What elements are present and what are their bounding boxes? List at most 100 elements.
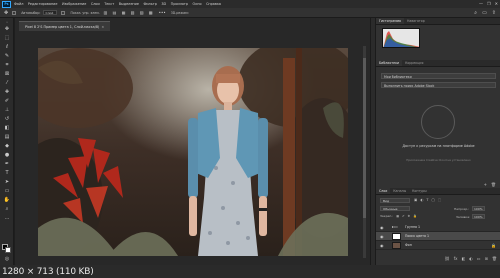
show-transform-checkbox[interactable] (61, 10, 66, 15)
menu-image[interactable]: Изображение (62, 2, 86, 6)
filter-shape-icon[interactable]: ▢ (432, 198, 435, 202)
pen-tool-icon[interactable]: ✒ (3, 161, 11, 167)
tab-layers[interactable]: Слои (376, 188, 391, 194)
history-brush-icon[interactable]: ↺ (3, 116, 11, 122)
autoselect-checkbox[interactable] (12, 10, 17, 15)
blur-tool-icon[interactable]: ◆ (3, 143, 11, 149)
library-dropdown[interactable]: Мои библиотеки (381, 73, 496, 79)
share-icon[interactable]: ⇪ (492, 10, 496, 16)
blend-mode-dropdown[interactable]: Обычные (380, 206, 410, 211)
filter-smart-icon[interactable]: ⬚ (438, 198, 441, 202)
dodge-tool-icon[interactable]: ● (3, 152, 11, 158)
tab-channels[interactable]: Каналы (390, 188, 409, 194)
panel-collapse-icon[interactable]: » (3, 19, 11, 25)
rectangle-tool-icon[interactable]: ▭ (3, 188, 11, 194)
healing-brush-icon[interactable]: ✚ (3, 89, 11, 95)
layer-row[interactable]: ◉ Поиск цвета 1 (376, 232, 500, 241)
eye-icon[interactable]: ◉ (380, 243, 384, 248)
layers-actions: ⛓ fx ◧ ◐ ▭ ⊞ 🗑 (380, 256, 497, 261)
lock-all-icon[interactable]: 🔒 (413, 214, 417, 218)
frame-tool-icon[interactable]: ⊠ (3, 71, 11, 77)
restore-icon[interactable]: ❐ (487, 1, 491, 6)
close-icon[interactable]: ✕ (495, 1, 498, 6)
layers-tabs: Слои Каналы Контуры (376, 188, 500, 195)
opacity-input[interactable]: 100% (472, 206, 485, 211)
lock-move-icon[interactable]: ✥ (408, 214, 411, 218)
clone-stamp-icon[interactable]: ⊥ (3, 107, 11, 113)
trash-icon[interactable]: 🗑 (492, 256, 497, 261)
minimize-icon[interactable]: — (479, 1, 483, 6)
document-tab[interactable]: Pixel 8 2'S Пример цвета 1, Слой-маска/8… (19, 21, 111, 31)
menu-layers[interactable]: Слои (91, 2, 100, 6)
menu-file[interactable]: Файл (14, 2, 23, 6)
menu-bar: Ps Файл Редактирование Изображение Слои … (0, 0, 500, 8)
layer-filter-dropdown[interactable]: Вид (380, 198, 410, 203)
eye-icon[interactable]: ◉ (380, 225, 384, 230)
photoshop-logo[interactable]: Ps (2, 0, 11, 8)
trash-icon[interactable]: 🗑 (491, 182, 496, 187)
add-library-icon[interactable]: + (484, 182, 487, 187)
layer-row[interactable]: ◉ ▸▭ Группа 1 (376, 223, 500, 232)
background-color-swatch[interactable] (5, 247, 11, 253)
menu-view[interactable]: Просмотр (171, 2, 188, 6)
tab-adjustments[interactable]: Коррекция (402, 60, 426, 66)
library-message: Доступ к ресурсам на платформе Adobe (402, 144, 475, 148)
autoselect-dropdown[interactable]: Слой (43, 10, 58, 15)
photo-girl-in-jungle (38, 48, 348, 256)
tab-libraries[interactable]: Библиотеки (376, 60, 403, 66)
adjustment-icon[interactable]: ◐ (469, 256, 473, 261)
tab-paths[interactable]: Контуры (409, 188, 430, 194)
menu-3d[interactable]: 3D (161, 2, 166, 6)
library-tabs: Библиотеки Коррекция (376, 60, 500, 67)
marquee-tool-icon[interactable]: ⬚ (3, 35, 11, 41)
search-icon[interactable]: ⌕ (474, 10, 477, 16)
tab-histogram[interactable]: Гистограмма (376, 18, 404, 24)
eyedropper-icon[interactable]: ⁄ (3, 80, 11, 86)
menu-window[interactable]: Окно (193, 2, 202, 6)
quick-mask-icon[interactable]: ◎ (3, 256, 11, 262)
lock-label: Закреп.: (380, 214, 394, 218)
brush-tool-icon[interactable]: ✐ (3, 98, 11, 104)
more-tools-icon[interactable]: … (3, 215, 11, 221)
mask-icon[interactable]: ◧ (462, 256, 466, 261)
gradient-tool-icon[interactable]: ▤ (3, 134, 11, 140)
filter-pixel-icon[interactable]: ▣ (414, 198, 417, 202)
vertical-scrollbar-thumb[interactable] (363, 58, 366, 218)
eraser-tool-icon[interactable]: ◧ (3, 125, 11, 131)
move-tool-icon[interactable]: ✥ (4, 10, 8, 16)
fx-icon[interactable]: fx (454, 256, 458, 261)
lock-row: Закреп.: ▦ ✐ ✥ 🔒 (380, 214, 417, 218)
lock-transparent-icon[interactable]: ▦ (396, 214, 399, 218)
new-group-icon[interactable]: ▭ (477, 256, 481, 261)
eye-icon[interactable]: ◉ (380, 234, 384, 239)
move-tool-icon[interactable]: ✥ (3, 26, 11, 32)
close-tab-icon[interactable]: × (101, 25, 104, 29)
workspace-icon[interactable]: ▭ (482, 10, 487, 16)
lasso-tool-icon[interactable]: ℓ (3, 44, 11, 50)
align-icons[interactable]: ▥ ▤ ▦ ▧ ▨ ▩ (104, 10, 155, 15)
filter-adjust-icon[interactable]: ◐ (420, 198, 423, 202)
canvas-image[interactable] (38, 48, 348, 256)
tab-navigator[interactable]: Навигатор (404, 18, 428, 24)
more-icon[interactable]: ••• (159, 10, 166, 15)
zoom-tool-icon[interactable]: ⌕ (3, 206, 11, 212)
document-tab-title: Pixel 8 2'S Пример цвета 1, Слой-маска/8… (25, 25, 100, 29)
new-layer-icon[interactable]: ⊞ (485, 256, 488, 261)
link-icon[interactable]: ⛓ (445, 256, 450, 261)
lock-brush-icon[interactable]: ✐ (402, 214, 405, 218)
type-tool-icon[interactable]: T (3, 170, 11, 176)
fill-input[interactable]: 100% (472, 214, 485, 219)
filter-type-icon[interactable]: T (426, 198, 428, 202)
library-subtext: Приложение Creative Cloud не установлено (406, 158, 471, 162)
hand-tool-icon[interactable]: ✋ (3, 197, 11, 203)
library-search-input[interactable]: Выполнить поиск Adobe Stock (381, 82, 496, 88)
quick-select-icon[interactable]: ✎ (3, 53, 11, 59)
menu-edit[interactable]: Редактирование (28, 2, 58, 6)
crop-tool-icon[interactable]: ⌗ (3, 62, 11, 68)
layer-row[interactable]: ◉ Фон 🔒 (376, 241, 500, 250)
menu-type[interactable]: Текст (104, 2, 114, 6)
menu-filter[interactable]: Фильтр (143, 2, 156, 6)
path-select-icon[interactable]: ➤ (3, 179, 11, 185)
menu-select[interactable]: Выделение (119, 2, 139, 6)
menu-help[interactable]: Справка (206, 2, 221, 6)
